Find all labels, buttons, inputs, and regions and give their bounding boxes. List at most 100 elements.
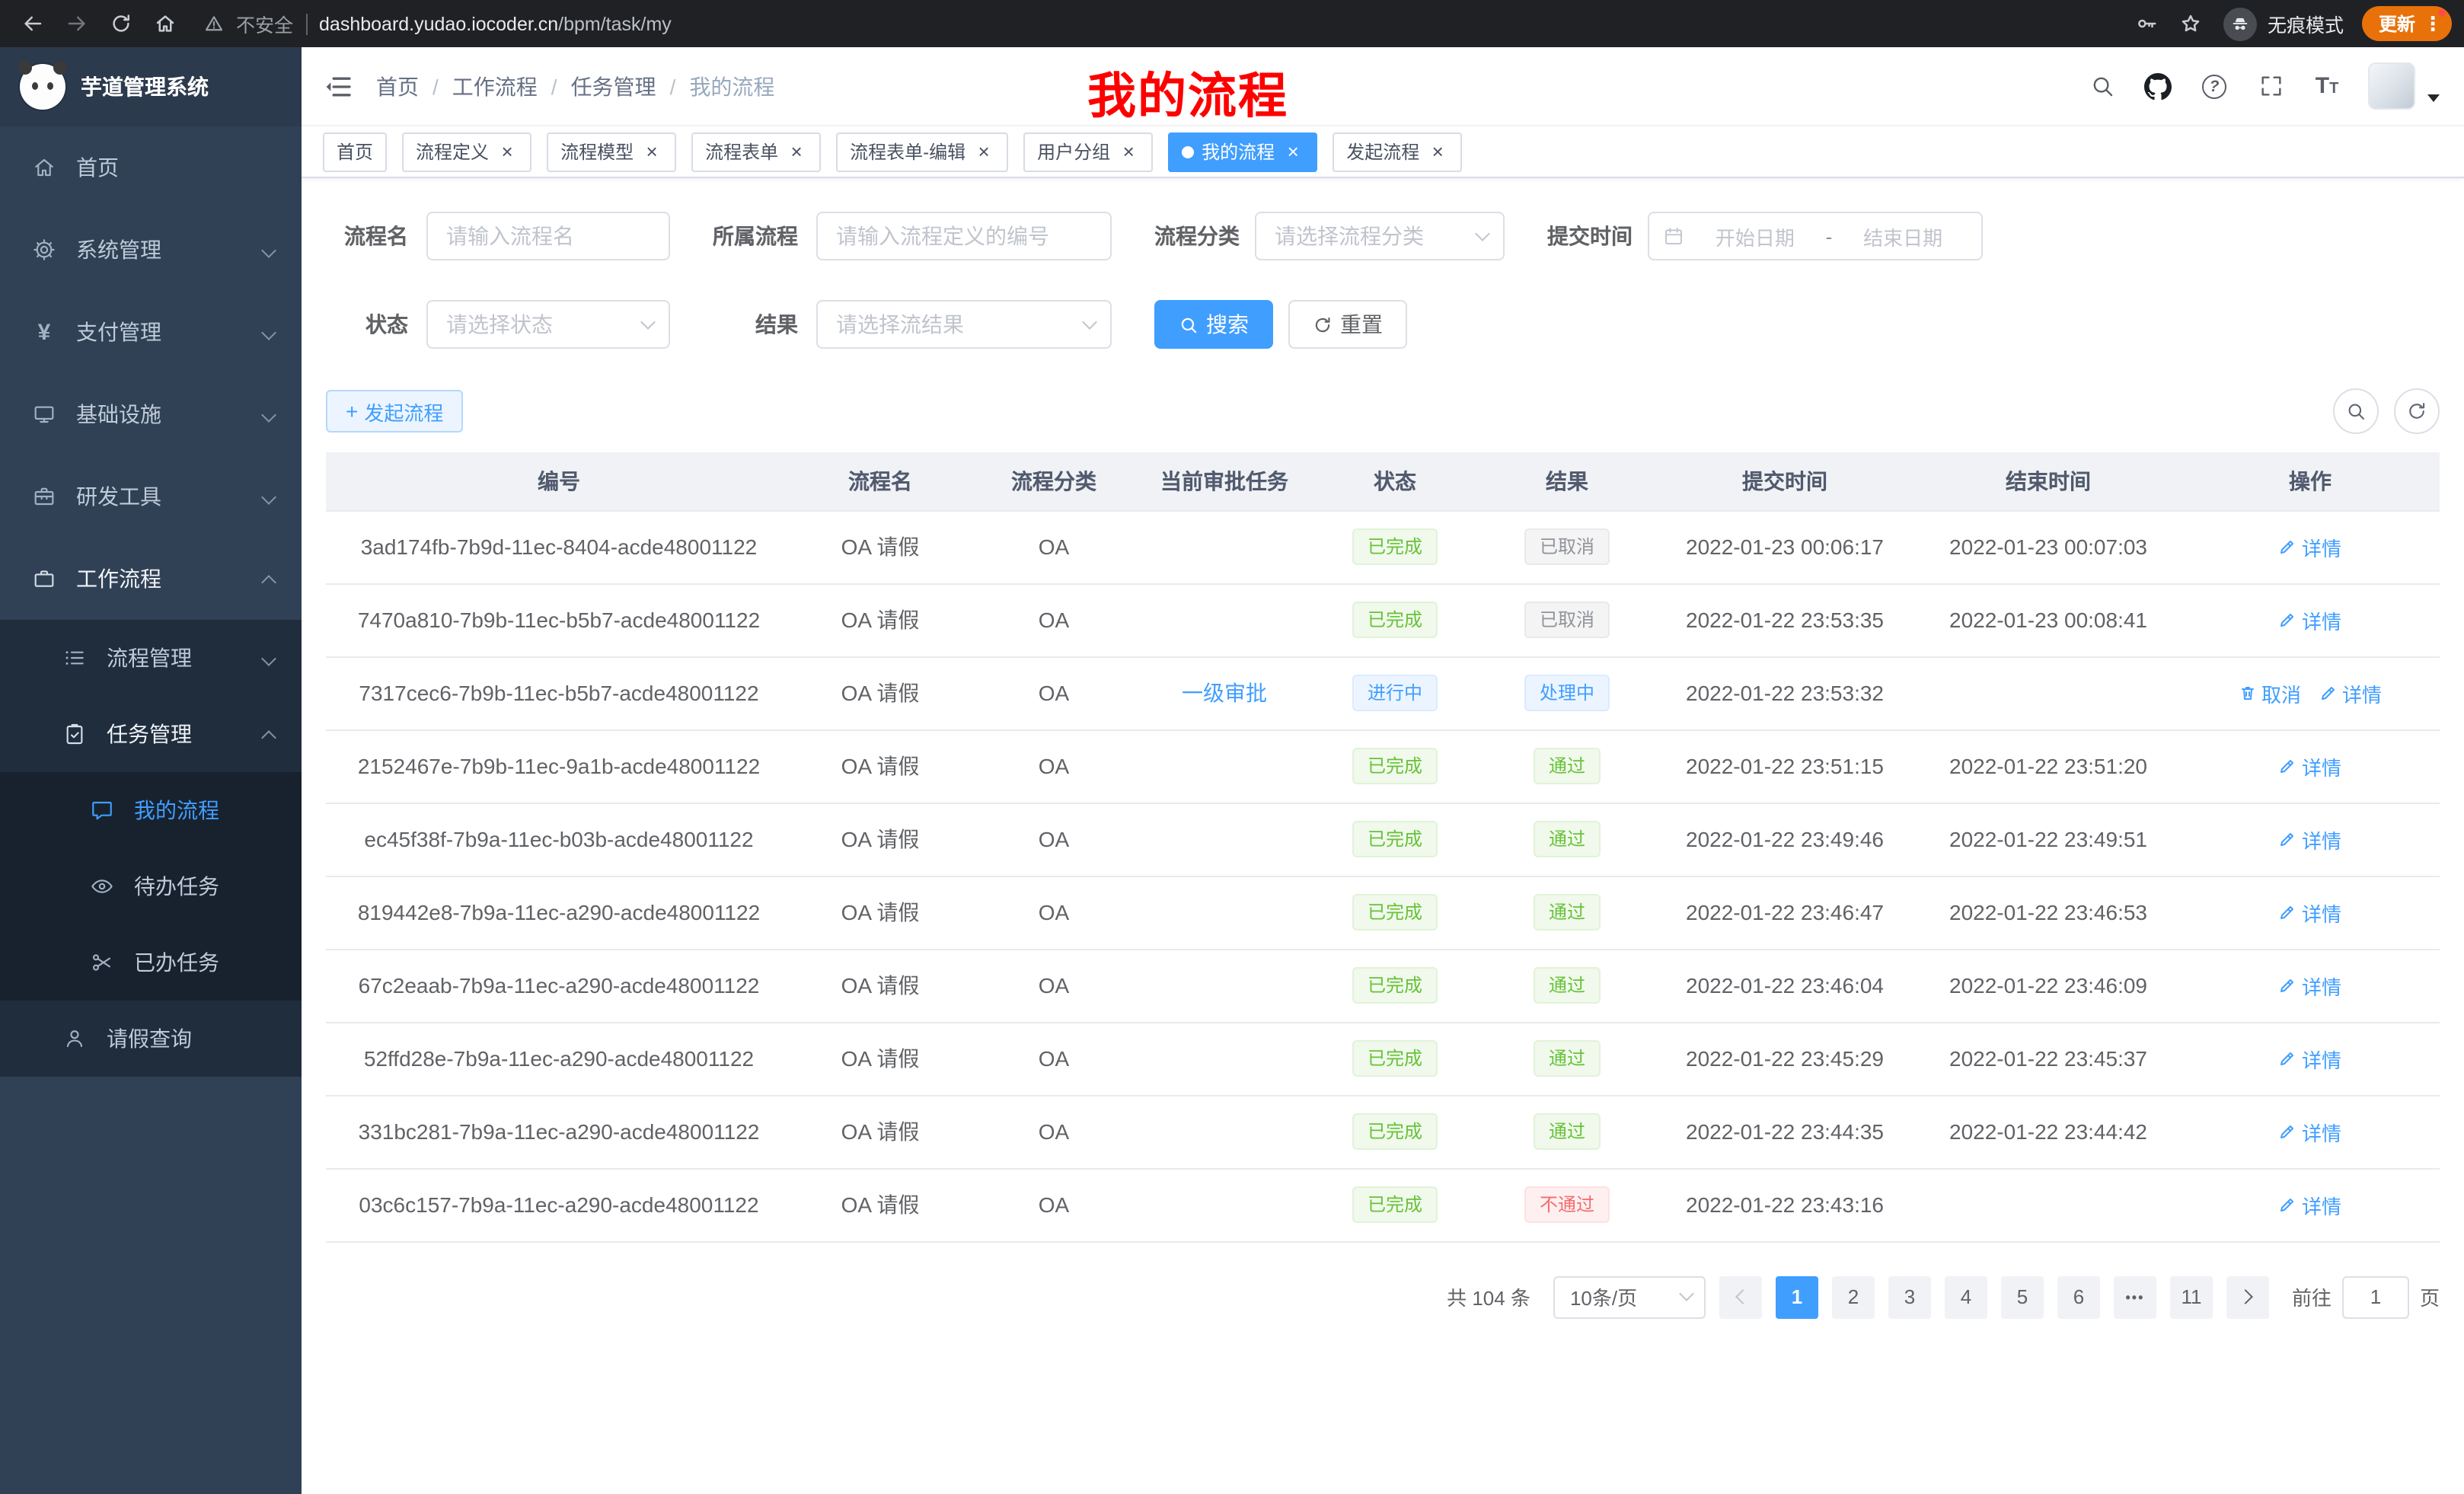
address-bar[interactable]: 不安全 dashboard.yudao.iocoder.cn/bpm/task/… [189, 9, 2123, 38]
pagination-page-3[interactable]: 3 [1888, 1275, 1931, 1318]
tab-tag[interactable]: 用户分组× [1023, 132, 1153, 171]
action-cancel-link[interactable]: 取消 [2239, 678, 2301, 707]
cell-end-time: 2022-01-22 23:49:51 [1916, 803, 2181, 876]
caret-down-icon[interactable] [2427, 94, 2440, 102]
create-process-button[interactable]: + 发起流程 [326, 390, 463, 433]
sidebar-item-home[interactable]: 首页 [0, 126, 302, 209]
pagination-page-2[interactable]: 2 [1832, 1275, 1875, 1318]
sidebar-item-leave-query[interactable]: 请假查询 [0, 1001, 302, 1077]
action-edit-link[interactable]: 详情 [2319, 678, 2382, 707]
tag-close-icon[interactable]: × [496, 141, 518, 162]
table-row: ec45f38f-7b9a-11ec-b03b-acde48001122OA 请… [326, 803, 2440, 876]
fullscreen-icon[interactable] [2255, 71, 2286, 101]
action-edit-link[interactable]: 详情 [2279, 898, 2341, 927]
toggle-search-button[interactable] [2333, 388, 2379, 434]
refresh-table-button[interactable] [2394, 388, 2440, 434]
page-size-select[interactable]: 10条/页 [1553, 1275, 1706, 1318]
tab-tag[interactable]: 我的流程× [1168, 132, 1317, 171]
update-button[interactable]: 更新 ⋮ [2362, 6, 2452, 41]
action-edit-link[interactable]: 详情 [2279, 1117, 2341, 1146]
status-tag: 已完成 [1352, 1186, 1438, 1223]
tab-tag[interactable]: 流程定义× [402, 132, 531, 171]
process-def-input[interactable] [816, 212, 1112, 260]
user-avatar[interactable] [2368, 62, 2415, 110]
back-button[interactable] [12, 3, 53, 44]
jump-page-input[interactable] [2342, 1275, 2409, 1318]
cell-category: OA [969, 949, 1139, 1022]
github-icon[interactable] [2143, 71, 2173, 101]
current-task-link[interactable]: 一级审批 [1182, 681, 1267, 705]
table-row: 52ffd28e-7b9a-11ec-a290-acde48001122OA 请… [326, 1022, 2440, 1095]
action-edit-link[interactable]: 详情 [2279, 825, 2341, 854]
search-icon[interactable] [2086, 71, 2117, 101]
prev-page-button[interactable] [1719, 1275, 1762, 1318]
category-select[interactable]: 请选择流程分类 [1255, 212, 1505, 260]
tag-close-icon[interactable]: × [973, 141, 994, 162]
tag-close-icon[interactable]: × [641, 141, 662, 162]
breadcrumb: 首页 / 工作流程 / 任务管理 / 我的流程 [376, 71, 774, 101]
tag-close-icon[interactable]: × [1427, 141, 1448, 162]
process-name-input[interactable] [426, 212, 670, 260]
sidebar-item-dev-tools[interactable]: 研发工具 [0, 455, 302, 538]
action-edit-link[interactable]: 详情 [2279, 971, 2341, 1000]
tag-close-icon[interactable]: × [786, 141, 807, 162]
action-edit-link[interactable]: 详情 [2279, 1044, 2341, 1073]
pagination-page-11[interactable]: 11 [2170, 1275, 2213, 1318]
action-edit-link[interactable]: 详情 [2279, 752, 2341, 781]
app-logo[interactable]: 芋道管理系统 [0, 47, 302, 126]
page-url[interactable]: dashboard.yudao.iocoder.cn/bpm/task/my [319, 13, 672, 34]
sidebar-toggle-icon[interactable] [323, 71, 353, 101]
jump-suffix-label: 页 [2420, 1282, 2440, 1311]
status-tag: 已完成 [1352, 894, 1438, 931]
sidebar-item-my-process[interactable]: 我的流程 [0, 772, 302, 848]
bookmark-star-icon[interactable] [2170, 3, 2211, 44]
font-size-icon[interactable]: TT [2312, 71, 2342, 101]
kebab-menu-icon[interactable]: ⋮ [2423, 14, 2443, 34]
search-button[interactable]: 搜索 [1154, 300, 1273, 349]
action-edit-link[interactable]: 详情 [2279, 1190, 2341, 1219]
pagination-ellipsis[interactable]: ••• [2114, 1275, 2156, 1318]
cell-actions: 详情 [2181, 583, 2440, 656]
sidebar-item-todo-tasks[interactable]: 待办任务 [0, 848, 302, 924]
edit-icon [2279, 538, 2297, 556]
password-key-icon[interactable] [2126, 3, 2167, 44]
breadcrumb-workflow[interactable]: 工作流程 [452, 71, 538, 101]
home-button[interactable] [145, 3, 186, 44]
tab-tag[interactable]: 流程表单× [691, 132, 821, 171]
pagination-page-4[interactable]: 4 [1945, 1275, 1987, 1318]
chevron-down-icon [261, 407, 276, 422]
security-label[interactable]: 不安全 [236, 9, 293, 38]
menu-label: 待办任务 [134, 871, 219, 902]
tab-tag[interactable]: 流程表单-编辑× [836, 132, 1008, 171]
pagination-page-6[interactable]: 6 [2057, 1275, 2100, 1318]
tag-close-icon[interactable]: × [1118, 141, 1139, 162]
sidebar-item-infrastructure[interactable]: 基础设施 [0, 373, 302, 455]
sidebar-item-payment-mgmt[interactable]: ¥ 支付管理 [0, 291, 302, 373]
pagination-page-1[interactable]: 1 [1776, 1275, 1818, 1318]
reset-button[interactable]: 重置 [1288, 300, 1407, 349]
help-icon[interactable]: ? [2199, 71, 2229, 101]
reload-button[interactable] [101, 3, 142, 44]
action-edit-link[interactable]: 详情 [2279, 605, 2341, 634]
action-edit-link[interactable]: 详情 [2279, 532, 2341, 561]
toolbox-icon [30, 483, 58, 510]
status-select[interactable]: 请选择状态 [426, 300, 670, 349]
sidebar-item-task-mgmt[interactable]: 任务管理 [0, 696, 302, 772]
search-button-label: 搜索 [1206, 309, 1249, 340]
tag-close-icon[interactable]: × [1282, 141, 1304, 162]
next-page-button[interactable] [2226, 1275, 2269, 1318]
submit-time-range-picker[interactable]: 开始日期 - 结束日期 [1648, 212, 1983, 260]
sidebar-item-system-mgmt[interactable]: 系统管理 [0, 209, 302, 291]
breadcrumb-task-mgmt[interactable]: 任务管理 [571, 71, 656, 101]
tab-tag[interactable]: 发起流程× [1333, 132, 1462, 171]
sidebar-item-done-tasks[interactable]: 已办任务 [0, 924, 302, 1001]
sidebar-item-process-mgmt[interactable]: 流程管理 [0, 620, 302, 696]
result-select[interactable]: 请选择流结果 [816, 300, 1112, 349]
tab-tag[interactable]: 流程模型× [547, 132, 676, 171]
sidebar-item-workflow[interactable]: 工作流程 [0, 538, 302, 620]
tab-tag[interactable]: 首页 [323, 132, 387, 171]
pagination-page-5[interactable]: 5 [2001, 1275, 2044, 1318]
breadcrumb-home[interactable]: 首页 [376, 71, 419, 101]
breadcrumb-separator: / [551, 74, 557, 98]
forward-button[interactable] [56, 3, 97, 44]
